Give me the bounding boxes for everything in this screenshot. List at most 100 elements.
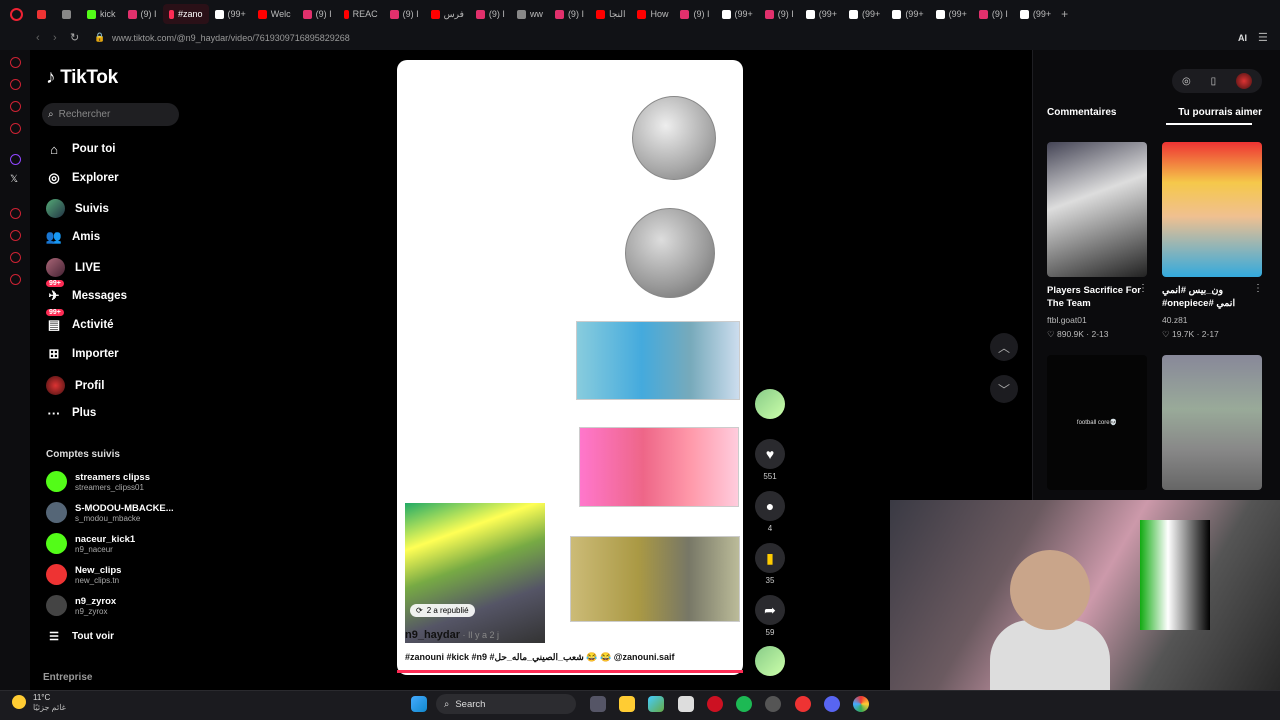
nav-more[interactable]: ··· Plus [46,405,97,421]
browser-tab[interactable]: (99+ [930,4,973,24]
steam-icon[interactable] [765,696,781,712]
opera-logo-icon[interactable] [10,7,23,21]
sidebar-icon[interactable] [10,230,21,241]
sidebar-icon[interactable] [10,123,21,134]
followed-account[interactable]: streamers clipss streamers_clipss01 [46,471,150,492]
browser-tab[interactable]: How [631,4,674,24]
browser-tab[interactable]: #zano [162,4,209,24]
card-title[interactable]: ون_بيس #انمي #onepiece# انمي [1162,284,1258,310]
browser-tab[interactable]: فرس [425,4,470,24]
next-video-button[interactable]: ﹀ [990,375,1018,403]
settings-icon[interactable] [10,274,21,285]
file-explorer-icon[interactable] [619,696,635,712]
forward-icon[interactable]: › [53,32,57,44]
nav-profile[interactable]: Profil [46,376,104,395]
compass-icon[interactable]: ◎ [1182,76,1191,87]
video-author[interactable]: n9_haydar · Il y a 2 j [405,629,499,641]
previous-video-button[interactable]: ︿ [990,333,1018,361]
back-icon[interactable]: ‹ [36,32,40,44]
author-avatar-button[interactable] [755,389,785,419]
x-icon[interactable]: 𝕏 [10,174,18,185]
browser-tab[interactable]: (9) I [759,4,800,24]
browser-tab[interactable] [56,4,81,24]
share-button[interactable]: ➦ 59 [755,595,785,637]
chrome-icon[interactable] [853,696,869,712]
menu-icon[interactable]: ☰ [1258,31,1268,44]
avatar[interactable] [1236,73,1253,89]
browser-tab[interactable]: (99+ [843,4,886,24]
address-bar[interactable]: ‹ › ↻ 🔒 www.tiktok.com/@n9_haydar/video/… [0,28,1280,50]
nav-explore[interactable]: ◎ Explorer [46,170,118,186]
browser-tab[interactable]: (99+ [886,4,929,24]
app-icon[interactable] [795,696,811,712]
browser-tab[interactable]: (9) I [470,4,511,24]
browser-tab[interactable]: kick [81,4,122,24]
browser-tab[interactable]: (9) I [674,4,715,24]
see-all-link[interactable]: ☰ Tout voir [46,628,114,644]
browser-tab[interactable]: (9) I [297,4,338,24]
card-author[interactable]: ftbl.goat01 [1047,315,1087,325]
nav-for-you[interactable]: ⌂ Pour toi [46,141,115,157]
browser-tab[interactable]: (9) I [973,4,1014,24]
comment-button[interactable]: ● 4 [755,491,785,533]
twitch-icon[interactable] [10,154,21,165]
ai-button[interactable]: AI [1238,33,1247,43]
like-button[interactable]: ♥ 551 [755,439,785,481]
followed-account[interactable]: New_clips new_clips.tn [46,564,121,585]
sidebar-icon[interactable] [10,79,21,90]
followed-account[interactable]: naceur_kick1 n9_naceur [46,533,135,554]
more-icon[interactable]: ⋮ [1253,283,1263,294]
phone-icon[interactable]: ▯ [1211,76,1217,87]
discord-icon[interactable] [824,696,840,712]
browser-tab[interactable]: (99+ [716,4,759,24]
browser-tab[interactable]: (99+ [1014,4,1057,24]
sidebar-icon[interactable] [10,101,21,112]
browser-tab[interactable]: النجا [590,4,632,24]
author-name[interactable]: n9_haydar [405,629,460,641]
video-thumbnail[interactable] [1162,142,1262,277]
tab-comments[interactable]: Commentaires [1047,107,1116,118]
tiktok-logo[interactable]: ♪ TikTok [46,67,118,89]
reload-icon[interactable]: ↻ [70,31,79,44]
task-view-icon[interactable] [590,696,606,712]
card-title[interactable]: Players Sacrifice For The Team [1047,284,1143,310]
sidebar-icon[interactable] [10,208,21,219]
save-button[interactable]: ▮ 35 [755,543,785,585]
more-icon[interactable]: ⋮ [1138,283,1148,294]
spotify-icon[interactable] [736,696,752,712]
video-thumbnail[interactable] [1047,142,1147,277]
followed-account[interactable]: n9_zyrox n9_zyrox [46,595,116,616]
nav-upload[interactable]: ⊞ Importer [46,346,119,362]
edge-icon[interactable] [648,696,664,712]
followed-account[interactable]: S-MODOU-MBACKE... s_modou_mbacke [46,502,174,523]
card-author[interactable]: 40.z81 [1162,315,1188,325]
video-progress-bar[interactable] [397,670,743,673]
browser-tab[interactable]: (99+ [800,4,843,24]
url-text[interactable]: www.tiktok.com/@n9_haydar/video/76193097… [112,33,350,43]
browser-tab[interactable] [31,4,56,24]
store-icon[interactable] [678,696,694,712]
video-thumbnail[interactable] [1162,355,1262,490]
video-thumbnail[interactable]: football core💀 [1047,355,1147,490]
tab-related[interactable]: Tu pourrais aimer [1178,107,1262,118]
browser-tab[interactable]: (9) I [122,4,163,24]
browser-tab[interactable]: (9) I [384,4,425,24]
company-link[interactable]: Entreprise [43,672,92,683]
nav-following[interactable]: Suivis [46,199,109,218]
opera-icon[interactable] [707,696,723,712]
windows-start-icon[interactable] [411,696,427,712]
browser-tab[interactable]: (9) I [549,4,590,24]
weather-widget[interactable]: 11°C غائم جزئيًا [12,693,66,713]
nav-messages[interactable]: ✈ 99+ Messages [46,280,127,304]
browser-tab[interactable]: ww [511,4,549,24]
sidebar-icon[interactable] [10,57,21,68]
new-tab-button[interactable]: + [1061,7,1068,21]
taskbar-search[interactable]: ⌕ Search [436,694,576,714]
search-input[interactable]: ⌕ Rechercher [42,103,179,126]
sound-avatar-button[interactable] [755,646,785,676]
nav-activity[interactable]: ▤ 99+ Activité [46,309,114,333]
browser-tab[interactable]: Welc [252,4,297,24]
nav-live[interactable]: LIVE [46,258,101,277]
nav-friends[interactable]: 👥 Amis [46,229,100,245]
browser-tab[interactable]: REAC [338,4,384,24]
